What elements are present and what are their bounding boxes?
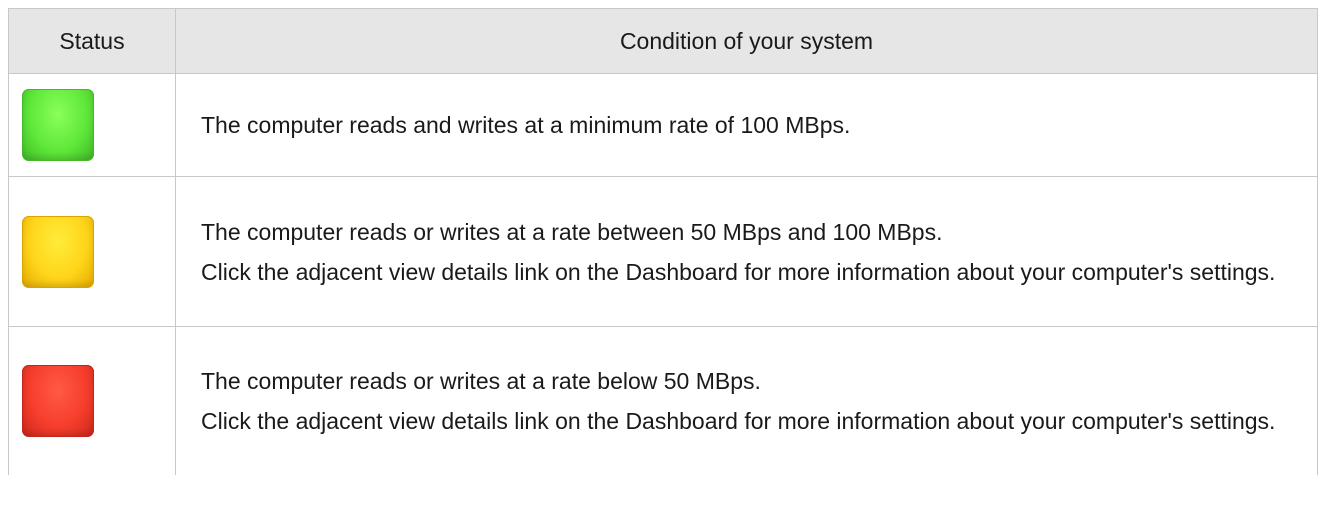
table-row: The computer reads or writes at a rate b… — [8, 176, 1318, 327]
red-status-icon — [22, 365, 94, 437]
status-cell — [8, 326, 176, 475]
header-status: Status — [8, 8, 176, 74]
condition-text: The computer reads and writes at a minim… — [201, 112, 851, 138]
status-condition-table: Status Condition of your system The comp… — [8, 8, 1318, 475]
condition-text: The computer reads or writes at a rate b… — [201, 368, 761, 394]
condition-cell: The computer reads and writes at a minim… — [175, 73, 1318, 177]
condition-help-text: Click the adjacent view details link on … — [201, 258, 1276, 285]
yellow-status-icon — [22, 215, 94, 288]
table-row: The computer reads and writes at a minim… — [8, 73, 1318, 177]
status-cell — [8, 176, 176, 327]
condition-cell: The computer reads or writes at a rate b… — [175, 326, 1318, 475]
condition-help-text: Click the adjacent view details link on … — [201, 408, 1276, 434]
condition-text: The computer reads or writes at a rate b… — [201, 218, 943, 245]
status-cell — [8, 73, 176, 177]
green-status-icon — [22, 89, 94, 161]
table-header-row: Status Condition of your system — [8, 8, 1318, 74]
table-row: The computer reads or writes at a rate b… — [8, 326, 1318, 475]
condition-cell: The computer reads or writes at a rate b… — [175, 176, 1318, 327]
header-condition: Condition of your system — [175, 8, 1318, 74]
